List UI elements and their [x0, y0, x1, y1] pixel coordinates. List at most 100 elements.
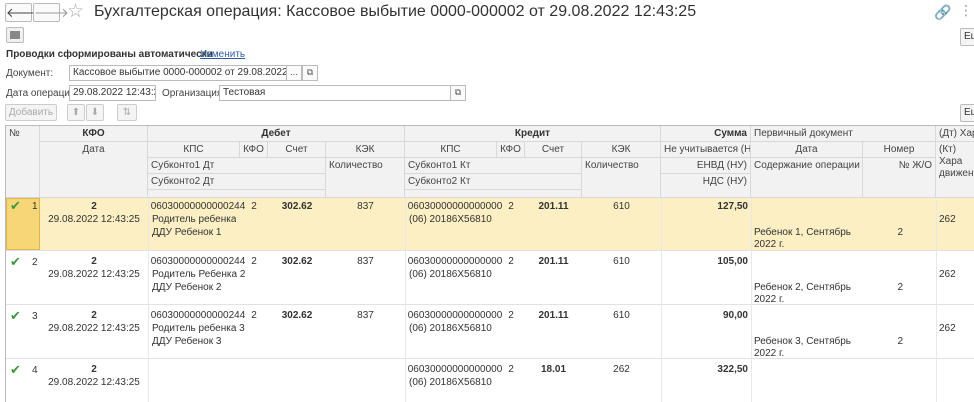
row-date: 29.08.2022 12:43:25: [48, 214, 140, 225]
forward-button[interactable]: 🡒: [33, 3, 69, 22]
active-check-icon: ✔: [10, 198, 21, 213]
organization-field[interactable]: Тестовая: [219, 85, 451, 101]
header-kt-kps[interactable]: КПС: [405, 142, 497, 158]
row-kt-sub1: (06) 20186X56810: [409, 377, 492, 388]
header-dt-char[interactable]: (Дт) Хара: [936, 126, 974, 142]
row-dt-kfo: 2: [251, 310, 257, 321]
add-button[interactable]: Добавить: [5, 104, 57, 121]
row-num: 3: [32, 311, 38, 322]
row-char: 262: [939, 323, 956, 334]
row-num: 1: [32, 201, 38, 212]
row-kfo: 2: [91, 364, 97, 375]
header-dt-kek[interactable]: КЭК: [326, 142, 405, 158]
header-sub1-kt[interactable]: Субконто1 Кт: [405, 158, 582, 174]
header-sum[interactable]: Сумма: [661, 126, 751, 142]
link-icon[interactable]: 🔗: [934, 4, 951, 21]
organization-label: Организация:: [162, 88, 226, 99]
arrow-right-icon: 🡒: [34, 5, 69, 20]
row-kt-account: 201.11: [538, 256, 569, 267]
row-dt-sub1: Родитель ребенка 3: [152, 323, 245, 334]
row-kt-kps: 06030000000000000: [407, 256, 503, 267]
header-pd-date[interactable]: Дата: [751, 142, 863, 158]
row-dt-kps: 06030000000000244: [150, 201, 246, 212]
header-kt-kfo[interactable]: КФО: [497, 142, 525, 158]
row-dt-account: 302.62: [281, 201, 313, 212]
header-sub1-dt[interactable]: Субконто1 Дт: [148, 158, 326, 174]
header-dt-kps[interactable]: КПС: [148, 142, 240, 158]
header-pd-number[interactable]: Номер: [863, 142, 936, 158]
header-date[interactable]: Дата: [40, 142, 148, 198]
column-divider: [148, 198, 149, 402]
row-date: 29.08.2022 12:43:25: [48, 269, 140, 280]
header-not-counted[interactable]: Не учитывается (НУ): [661, 142, 751, 158]
table-row[interactable]: ✔ 3 2 29.08.2022 12:43:25 06030000000000…: [6, 304, 974, 359]
row-kt-sub1: (06) 20186X56810: [409, 214, 492, 225]
header-dt-qty[interactable]: Количество: [326, 158, 405, 198]
more-actions-button[interactable]: Ещё: [960, 28, 974, 46]
save-button[interactable]: [6, 27, 24, 43]
header-num[interactable]: №: [6, 126, 40, 198]
table-row[interactable]: ✔ 2 2 29.08.2022 12:43:25 06030000000000…: [6, 250, 974, 305]
move-up-button[interactable]: ⬆: [67, 104, 85, 121]
table-more-button[interactable]: Ещё: [960, 104, 974, 122]
back-button[interactable]: 🡐: [5, 3, 41, 22]
header-journal[interactable]: № Ж/О: [863, 158, 936, 198]
row-kt-kps: 06030000000000000: [407, 201, 503, 212]
column-divider: [936, 198, 937, 402]
organization-open-icon[interactable]: ⧉: [450, 85, 466, 101]
table-row[interactable]: ✔ 4 2 29.08.2022 12:43:25 06030000000000…: [6, 358, 974, 402]
favorite-star-icon[interactable]: ☆: [67, 0, 84, 23]
header-kfo[interactable]: КФО: [40, 126, 148, 142]
arrow-up-icon: ⬆: [71, 107, 81, 118]
row-kfo: 2: [91, 201, 97, 212]
row-dt-kek: 837: [357, 256, 374, 267]
row-journal: 2: [897, 227, 903, 238]
row-num: 4: [32, 365, 38, 376]
header-dt-kfo[interactable]: КФО: [240, 142, 268, 158]
row-kt-sub1: (06) 20186X56810: [409, 323, 492, 334]
row-kt-account: 201.11: [538, 201, 569, 212]
row-kt-kps: 06030000000000000: [407, 364, 503, 375]
header-kt-char[interactable]: (Кт) Хара движения: [936, 142, 974, 198]
active-check-icon: ✔: [10, 254, 21, 269]
page-title: Бухгалтерская операция: Кассовое выбытие…: [94, 3, 697, 20]
header-kt-kek[interactable]: КЭК: [582, 142, 661, 158]
sort-button[interactable]: ⇅: [117, 104, 137, 121]
row-dt-kfo: 2: [251, 256, 257, 267]
row-journal: 2: [897, 336, 903, 347]
row-date: 29.08.2022 12:43:25: [48, 377, 140, 388]
date-field[interactable]: 29.08.2022 12:43:25: [69, 85, 156, 101]
document-select-button[interactable]: ...: [286, 65, 302, 81]
active-check-icon: ✔: [10, 308, 21, 323]
document-open-icon[interactable]: ⧉: [302, 65, 318, 81]
row-sum: 322,50: [717, 364, 748, 375]
header-kt-account[interactable]: Счет: [525, 142, 582, 158]
header-sub2-dt[interactable]: Субконто2 Дт: [148, 174, 326, 190]
header-sub2-kt[interactable]: Субконто2 Кт: [405, 174, 582, 190]
row-dt-kek: 837: [357, 310, 374, 321]
header-kt-qty[interactable]: Количество: [582, 158, 661, 198]
header-sub3-dt[interactable]: [148, 190, 326, 198]
table-row[interactable]: ✔ 1 2 29.08.2022 12:43:25 06030000000000…: [6, 198, 974, 250]
header-debit[interactable]: Дебет: [148, 126, 405, 142]
row-kt-account: 18.01: [540, 364, 567, 375]
change-link[interactable]: Изменить: [200, 49, 245, 60]
header-content[interactable]: Содержание операции: [751, 158, 863, 198]
more-icon[interactable]: ⋮: [959, 2, 973, 19]
row-dt-account: 302.62: [281, 310, 313, 321]
header-primary-doc[interactable]: Первичный документ: [751, 126, 936, 142]
header-dt-account[interactable]: Счет: [268, 142, 326, 158]
row-content: Ребенок 3, Сентябрь 2022 г.: [754, 336, 852, 359]
document-field[interactable]: Кассовое выбытие 0000-000002 от 29.08.20…: [69, 65, 287, 81]
row-kt-kek: 610: [613, 201, 630, 212]
header-envd[interactable]: ЕНВД (НУ): [661, 158, 751, 174]
header-credit[interactable]: Кредит: [405, 126, 661, 142]
sort-icon: ⇅: [122, 107, 132, 118]
row-content: Ребенок 2, Сентябрь 2022 г.: [754, 282, 852, 305]
header-nds[interactable]: НДС (НУ): [661, 174, 751, 198]
header-sub3-kt[interactable]: [405, 190, 582, 198]
date-label: Дата операции:: [6, 88, 79, 99]
row-kt-kek: 262: [613, 364, 630, 375]
move-down-button[interactable]: ⬇: [86, 104, 104, 121]
row-kt-kfo: 2: [508, 364, 514, 375]
